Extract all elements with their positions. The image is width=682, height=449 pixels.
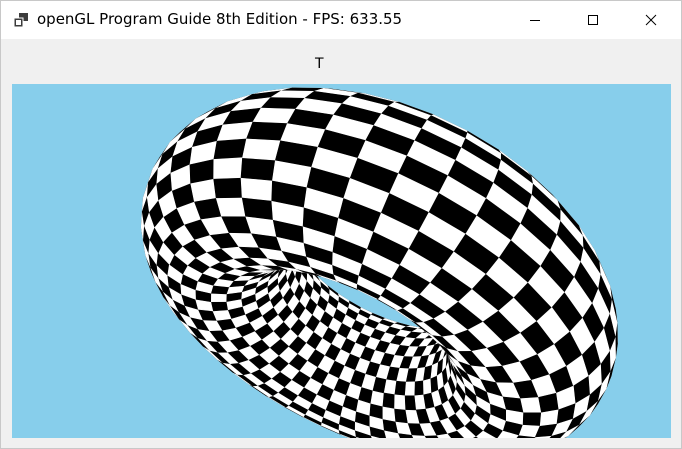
checker-tile [383,379,397,396]
checker-tile [520,396,542,413]
checker-tile [522,411,542,426]
toolbar-label: T [315,56,324,72]
checker-tile [394,394,407,410]
checker-tile [213,157,243,179]
checker-tile [246,121,288,142]
checkered-torus [140,87,618,438]
window-title: openGL Program Guide 8th Edition - FPS: … [37,10,403,28]
close-icon [645,14,657,26]
maximize-icon [588,15,598,25]
checker-tile [213,177,243,199]
checker-tile [382,392,396,409]
checker-tile [240,157,276,181]
checker-tile [213,138,247,160]
title-bar[interactable]: openGL Program Guide 8th Edition - FPS: … [1,1,681,39]
checker-tile [414,380,425,397]
checker-tile [210,301,228,312]
close-button[interactable] [622,1,680,39]
maximize-button[interactable] [564,1,622,39]
checker-tile [241,197,274,220]
toolbar [1,39,681,84]
checker-tile [394,380,407,397]
checker-tile [404,381,416,397]
checker-tile [240,177,273,201]
app-icon [13,13,28,28]
checker-tile [242,138,281,161]
app-window: openGL Program Guide 8th Edition - FPS: … [0,0,682,449]
checker-tile [215,197,246,217]
minimize-button[interactable] [506,1,564,39]
opengl-viewport[interactable] [12,84,671,438]
checker-tile [210,292,227,303]
minimize-icon [530,20,540,21]
checker-tile [423,378,432,396]
checker-tile [404,395,417,411]
